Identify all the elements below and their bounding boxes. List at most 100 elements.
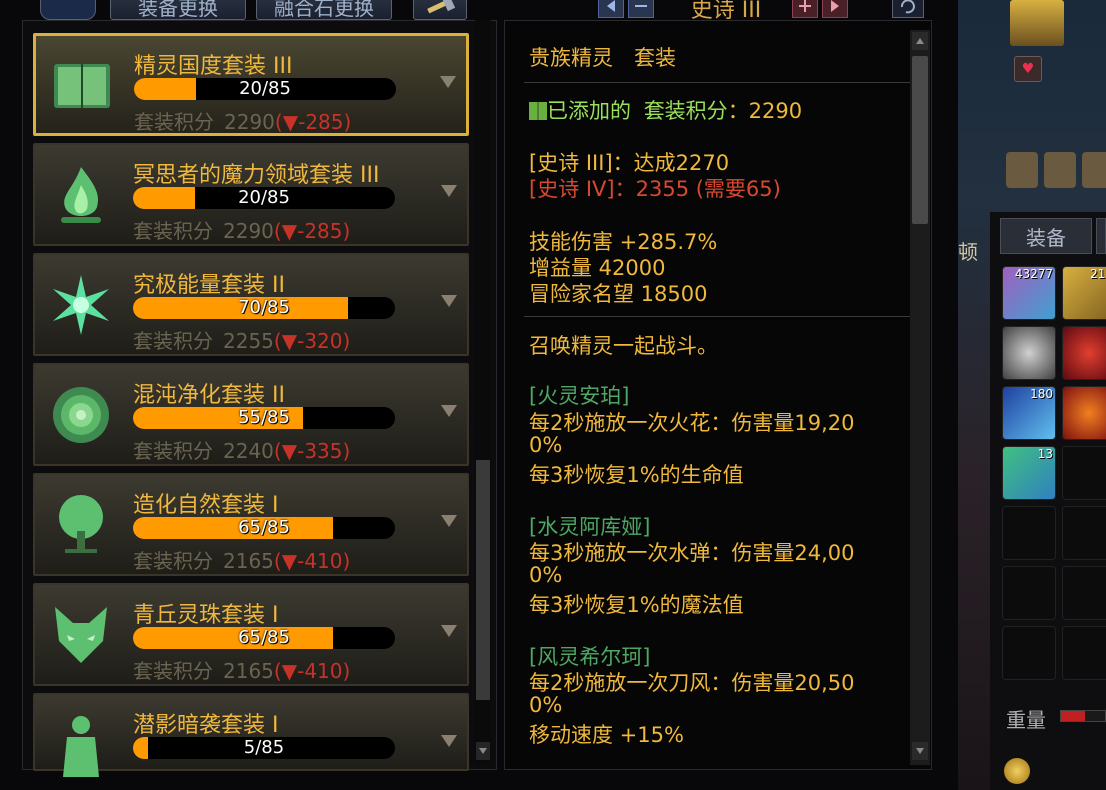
scroll-down-arrow[interactable] [912, 742, 928, 760]
set-card[interactable]: 精灵国度套装 III 20/85 套装积分 2290(▼-285) [33, 33, 469, 136]
expand-arrow-icon[interactable] [441, 735, 457, 747]
item-slot[interactable] [1002, 326, 1056, 380]
epic-selector: 史诗 III [598, 0, 852, 23]
plus-epic-button[interactable] [792, 0, 818, 18]
set-score-delta: -410) [297, 659, 351, 683]
expand-arrow-icon[interactable] [441, 515, 457, 527]
stat-fame: 冒险家名望 18500 [529, 282, 708, 306]
set-score-value: 2290 [224, 110, 275, 134]
expand-arrow-icon[interactable] [441, 405, 457, 417]
hammer-button[interactable] [413, 0, 467, 20]
tab-more[interactable] [1096, 218, 1106, 254]
empty-slot[interactable] [1062, 506, 1106, 560]
set-score-delta-open: ( [273, 219, 282, 243]
set-card[interactable]: 青丘灵珠套装 I 65/85 套装积分 2165(▼-410) [33, 583, 469, 686]
set-score-label: 套装积分 [133, 659, 213, 683]
refresh-button[interactable] [892, 0, 924, 18]
next-epic-button[interactable] [822, 0, 848, 18]
empty-slot[interactable] [1002, 626, 1056, 680]
set-score-row: 套装积分 2165(▼-410) [133, 655, 350, 684]
set-score-label: 套装积分 [133, 219, 213, 243]
set-score-value: 2240 [223, 439, 274, 463]
tab-fusion-swap[interactable]: 融合石更换 [256, 0, 392, 20]
tab-equip-swap[interactable]: 装备更换 [110, 0, 246, 20]
heart-icon[interactable]: ♥ [1014, 56, 1042, 82]
set-score-delta-open: ( [274, 110, 283, 134]
set-score-delta: -320) [297, 329, 351, 353]
detail-scroll-thumb[interactable] [912, 56, 928, 224]
empty-slot[interactable] [1002, 566, 1056, 620]
scroll-up-arrow[interactable] [912, 32, 928, 50]
item-slot[interactable]: 6 [1062, 386, 1106, 440]
set-name: 混沌净化套装 II [133, 383, 285, 408]
weight-bar-fill [1061, 711, 1085, 721]
set-score-delta-open: ( [273, 549, 282, 573]
flame-icon [47, 161, 115, 229]
action-button-2[interactable] [1044, 152, 1076, 188]
set-progress-text: 5/85 [243, 737, 285, 758]
set-score-delta: -335) [297, 439, 351, 463]
game-background: ♥ 顿 装备 43277 214 1 180 6 13 重量 [958, 0, 1106, 790]
set-score-row: 套装积分 2240(▼-335) [133, 435, 350, 464]
added-score-label: 套装积分 [643, 99, 728, 123]
set-progress-text: 65/85 [238, 627, 290, 648]
scroll-thumb[interactable] [476, 460, 490, 700]
weight-bar [1060, 710, 1106, 722]
set-score-label: 套装积分 [134, 110, 214, 134]
set-score-label: 套装积分 [133, 329, 213, 353]
scroll-down-arrow[interactable] [476, 742, 490, 760]
expand-arrow-icon[interactable] [441, 295, 457, 307]
minus-epic-button[interactable] [628, 0, 654, 18]
item-slot[interactable]: 43277 [1002, 266, 1056, 320]
item-slot[interactable]: 1 [1062, 326, 1106, 380]
book-icon [48, 52, 116, 120]
set-score-row: 套装积分 2290(▼-285) [133, 215, 350, 244]
set-list: 精灵国度套装 III 20/85 套装积分 2290(▼-285) 冥思者的魔力领域套装… [33, 33, 471, 777]
gold-coin-icon [1004, 758, 1030, 784]
item-slot[interactable]: 214 [1062, 266, 1106, 320]
set-score-label: 套装积分 [133, 439, 213, 463]
set-list-scrollbar[interactable] [475, 20, 491, 765]
set-score-value: 2255 [223, 329, 274, 353]
set-progress-bar: 5/85 [133, 737, 395, 759]
action-button-3[interactable] [1082, 152, 1106, 188]
set-score-value: 2165 [223, 659, 274, 683]
set-score-delta: -285) [297, 219, 351, 243]
minus-icon [635, 5, 647, 7]
empty-slot[interactable] [1062, 446, 1106, 500]
down-arrow-icon: ▼ [281, 329, 298, 353]
expand-arrow-icon[interactable] [440, 76, 456, 88]
prev-epic-button[interactable] [598, 0, 624, 18]
set-score-delta-open: ( [273, 659, 282, 683]
set-score-delta-open: ( [273, 329, 282, 353]
tab-toggle[interactable] [40, 0, 96, 20]
expand-arrow-icon[interactable] [441, 625, 457, 637]
set-progress-bar: 65/85 [133, 627, 395, 649]
set-card[interactable]: 混沌净化套装 II 55/85 套装积分 2240(▼-335) [33, 363, 469, 466]
set-card[interactable]: 潜影暗袭套装 I 5/85 [33, 693, 469, 777]
action-button-1[interactable] [1006, 152, 1038, 188]
set-progress-bar: 65/85 [133, 517, 395, 539]
arrow-right-icon [831, 0, 839, 12]
set-name: 造化自然套装 I [133, 493, 279, 518]
spirit-2-line2: 每3秒恢复1%的魔法值 [529, 593, 744, 617]
item-slot[interactable]: 180 [1002, 386, 1056, 440]
down-arrow-icon: ▼ [281, 659, 298, 683]
item-slot[interactable]: 13 [1002, 446, 1056, 500]
set-score-delta: -285) [298, 110, 352, 134]
set-card[interactable]: 冥思者的魔力领域套装 III 20/85 套装积分 2290(▼-285) [33, 143, 469, 246]
expand-arrow-icon[interactable] [441, 185, 457, 197]
set-card[interactable]: 造化自然套装 I 65/85 套装积分 2165(▼-410) [33, 473, 469, 576]
chevron-down-icon [916, 748, 924, 754]
chevron-up-icon [916, 38, 924, 44]
set-progress-bar: 70/85 [133, 297, 395, 319]
empty-slot[interactable] [1062, 626, 1106, 680]
summon-description: 召唤精灵一起战斗。 [529, 334, 718, 358]
empty-slot[interactable] [1002, 506, 1056, 560]
tab-equipment[interactable]: 装备 [1000, 218, 1092, 254]
empty-slot[interactable] [1062, 566, 1106, 620]
set-score-row: 套装积分 2165(▼-410) [133, 545, 350, 574]
spirit-1-line1: 每2秒施放一次火花：伤害量19,20 [529, 411, 855, 435]
set-card[interactable]: 究极能量套装 II 70/85 套装积分 2255(▼-320) [33, 253, 469, 356]
set-progress-bar: 20/85 [134, 78, 396, 100]
